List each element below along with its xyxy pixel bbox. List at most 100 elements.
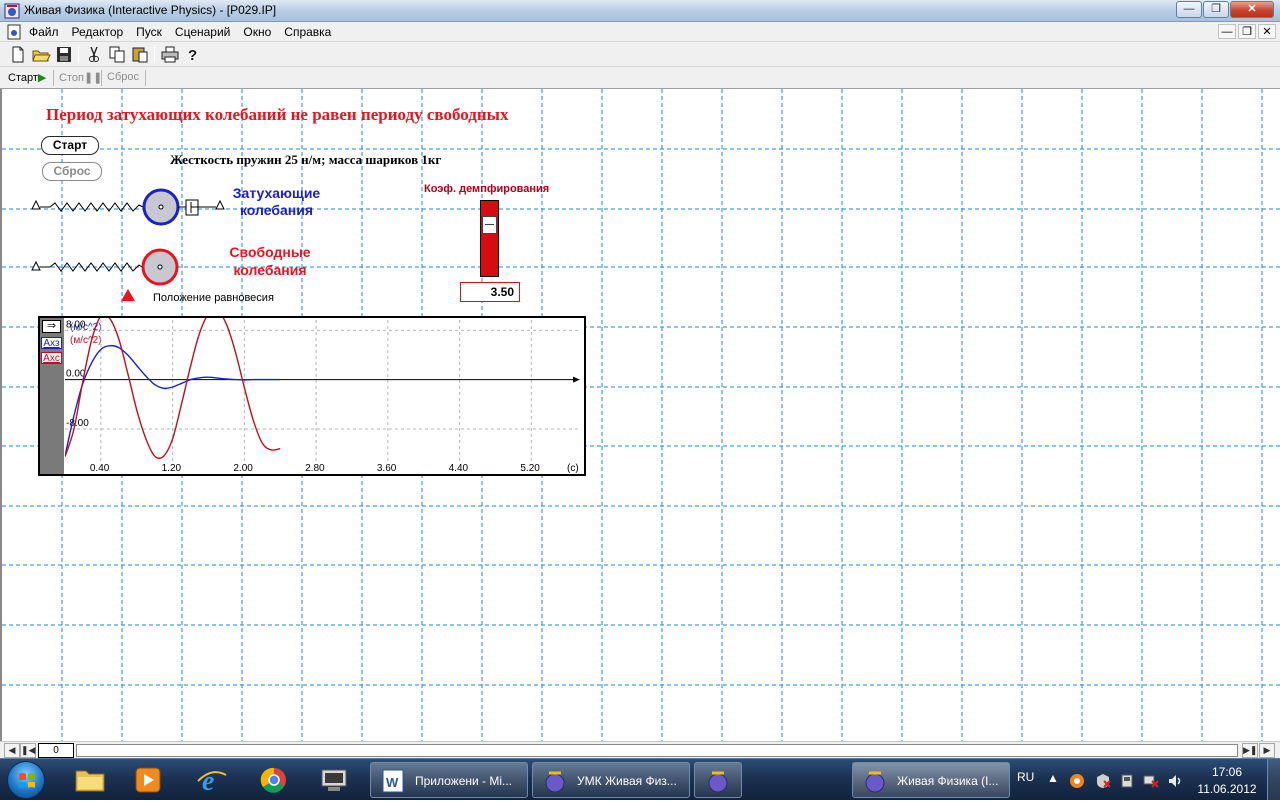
minimize-window-button[interactable]: — [1176, 1, 1202, 18]
save-icon[interactable] [54, 45, 74, 64]
x-unit-label: (c) [567, 463, 579, 474]
y-unit-label-free: (м/с^2) [70, 335, 102, 346]
control-start-button[interactable]: Старт▶ [8, 71, 46, 84]
damped-oscillations-label: Затухающие колебания [232, 185, 321, 218]
copy-icon[interactable] [107, 45, 127, 64]
windows-taskbar: e W Приложени - Mi... УМК Живая Физ... Ж… [0, 758, 1280, 800]
close-window-button[interactable]: ✕ [1230, 1, 1274, 18]
physics-app-icon [865, 771, 885, 793]
media-player-icon[interactable] [122, 763, 174, 797]
x-tick-label: 0.40 [90, 463, 110, 474]
menu-editor[interactable]: Редактор [72, 25, 124, 39]
maximize-window-button[interactable]: ❐ [1203, 1, 1229, 18]
network-icon[interactable] [308, 763, 360, 797]
show-desktop-button[interactable] [1267, 759, 1280, 800]
window-title-bar[interactable]: Живая Физика (Interactive Physics) - [P0… [0, 0, 1280, 22]
control-stop-button[interactable]: Стоп❚❚ [59, 71, 102, 84]
graph-menu-arrow-icon[interactable]: ⇒ [42, 320, 61, 333]
security-alert-icon[interactable] [1094, 772, 1112, 790]
mdi-restore-button[interactable]: ❐ [1238, 24, 1256, 39]
menu-file[interactable]: Файл [29, 25, 59, 39]
legend-free-accel[interactable]: Axc [41, 352, 62, 364]
cut-icon[interactable] [84, 45, 104, 64]
language-indicator[interactable]: RU [1017, 770, 1034, 784]
menu-window[interactable]: Окно [243, 25, 271, 39]
svg-text:?: ? [188, 47, 197, 64]
equilibrium-marker-icon [121, 289, 135, 301]
run-control-bar: Старт▶ Стоп❚❚ Сброс [0, 67, 1280, 89]
damped-spring-system[interactable] [31, 188, 225, 226]
free-oscillations-label: Свободные колебания [229, 244, 311, 278]
menu-bar: Файл Редактор Пуск Сценарий Окно Справка… [0, 22, 1280, 42]
menu-script[interactable]: Сценарий [175, 25, 230, 39]
x-tick-label: 1.20 [162, 463, 182, 474]
x-tick-label: 2.00 [233, 463, 253, 474]
start-menu-button[interactable] [7, 761, 45, 799]
step-forward-button[interactable]: ▶❚ [1242, 743, 1258, 758]
device-icon[interactable] [1118, 772, 1136, 790]
windows-logo-icon [19, 773, 35, 788]
svg-text:W: W [386, 775, 399, 790]
clock-date[interactable]: 11.06.2012 [1196, 782, 1258, 796]
task-physics-window[interactable] [694, 762, 742, 798]
frame-counter[interactable]: 0 [38, 743, 74, 758]
step-back-button[interactable]: ❚◀ [20, 743, 36, 758]
control-reset-button[interactable]: Сброс [107, 71, 139, 83]
acceleration-graph[interactable]: ⇒ Axз Axc (м/с^2) (м/с^2) 8.00 0.00 -8.00 … [38, 316, 586, 476]
explorer-icon[interactable] [64, 763, 116, 797]
new-file-icon[interactable] [8, 45, 28, 64]
reset-button[interactable]: Сброс [42, 162, 102, 181]
scroll-left-button[interactable]: ◀ [4, 743, 20, 758]
volume-icon[interactable] [1166, 772, 1184, 790]
damping-slider-title: Коэф. демпфирования [424, 183, 550, 195]
y-tick-label: 8.00 [66, 319, 86, 330]
window-title: Живая Физика (Interactive Physics) - [P0… [24, 3, 277, 17]
task-word-document[interactable]: W Приложени - Mi... [370, 762, 528, 798]
damping-slider-thumb[interactable] [482, 216, 497, 234]
damping-slider[interactable] [480, 200, 499, 277]
start-button[interactable]: Старт [41, 136, 99, 155]
x-tick-label: 5.20 [520, 463, 540, 474]
menu-run[interactable]: Пуск [136, 25, 162, 39]
physics-app-icon [545, 771, 565, 793]
simulation-workspace[interactable]: Период затухающих колебаний не равен пер… [0, 89, 1280, 741]
task-umk-physics[interactable]: УМК Живая Физ... [532, 762, 690, 798]
chrome-icon[interactable] [248, 763, 300, 797]
damping-value-field[interactable]: 3.50 [460, 282, 520, 302]
tray-app-icon[interactable] [1068, 772, 1086, 790]
play-icon: ▶ [37, 72, 47, 84]
legend-damped-accel[interactable]: Axз [41, 337, 62, 349]
physics-app-icon [708, 771, 728, 793]
x-axis-arrow-icon [573, 376, 580, 383]
page-title: Период затухающих колебаний не равен пер… [46, 105, 509, 124]
print-icon[interactable] [160, 45, 180, 64]
y-tick-label: -8.00 [66, 418, 89, 429]
toolbar: ? [0, 42, 1280, 67]
timeline-scrollbar: ◀ ❚◀ 0 ▶❚ ▶ [0, 741, 1280, 758]
open-folder-icon[interactable] [31, 45, 51, 64]
equilibrium-label: Положение равновесия [153, 292, 274, 304]
document-icon[interactable] [6, 24, 22, 40]
clock-time[interactable]: 17:06 [1202, 765, 1252, 779]
x-tick-label: 3.60 [377, 463, 397, 474]
parameters-label: Жесткость пружин 25 н/м; масса шариков 1… [170, 152, 442, 167]
word-icon: W [382, 769, 404, 793]
task-live-physics-active[interactable]: Живая Физика (I... [852, 762, 1010, 798]
help-icon[interactable]: ? [182, 45, 202, 64]
network-status-icon[interactable] [1142, 772, 1160, 790]
menu-help[interactable]: Справка [284, 25, 331, 39]
interactive-physics-app-icon [4, 3, 20, 19]
x-tick-label: 4.40 [449, 463, 469, 474]
paste-icon[interactable] [130, 45, 150, 64]
svg-text:e: e [202, 766, 214, 797]
internet-explorer-icon[interactable]: e [186, 763, 238, 797]
mdi-minimize-button[interactable]: — [1218, 24, 1236, 39]
scroll-right-button[interactable]: ▶ [1259, 743, 1275, 758]
graph-plot-area: (м/с^2) (м/с^2) 8.000.00-8.00 0.40 1.20 2.… [65, 318, 580, 474]
pause-icon: ❚❚ [83, 72, 103, 84]
x-tick-label: 2.80 [305, 463, 325, 474]
tray-expand-icon[interactable]: ▲ [1047, 771, 1059, 785]
graph-side-panel: ⇒ Axз Axc [40, 318, 64, 474]
mdi-close-button[interactable]: ✕ [1258, 24, 1276, 39]
scroll-track[interactable] [76, 744, 1238, 757]
